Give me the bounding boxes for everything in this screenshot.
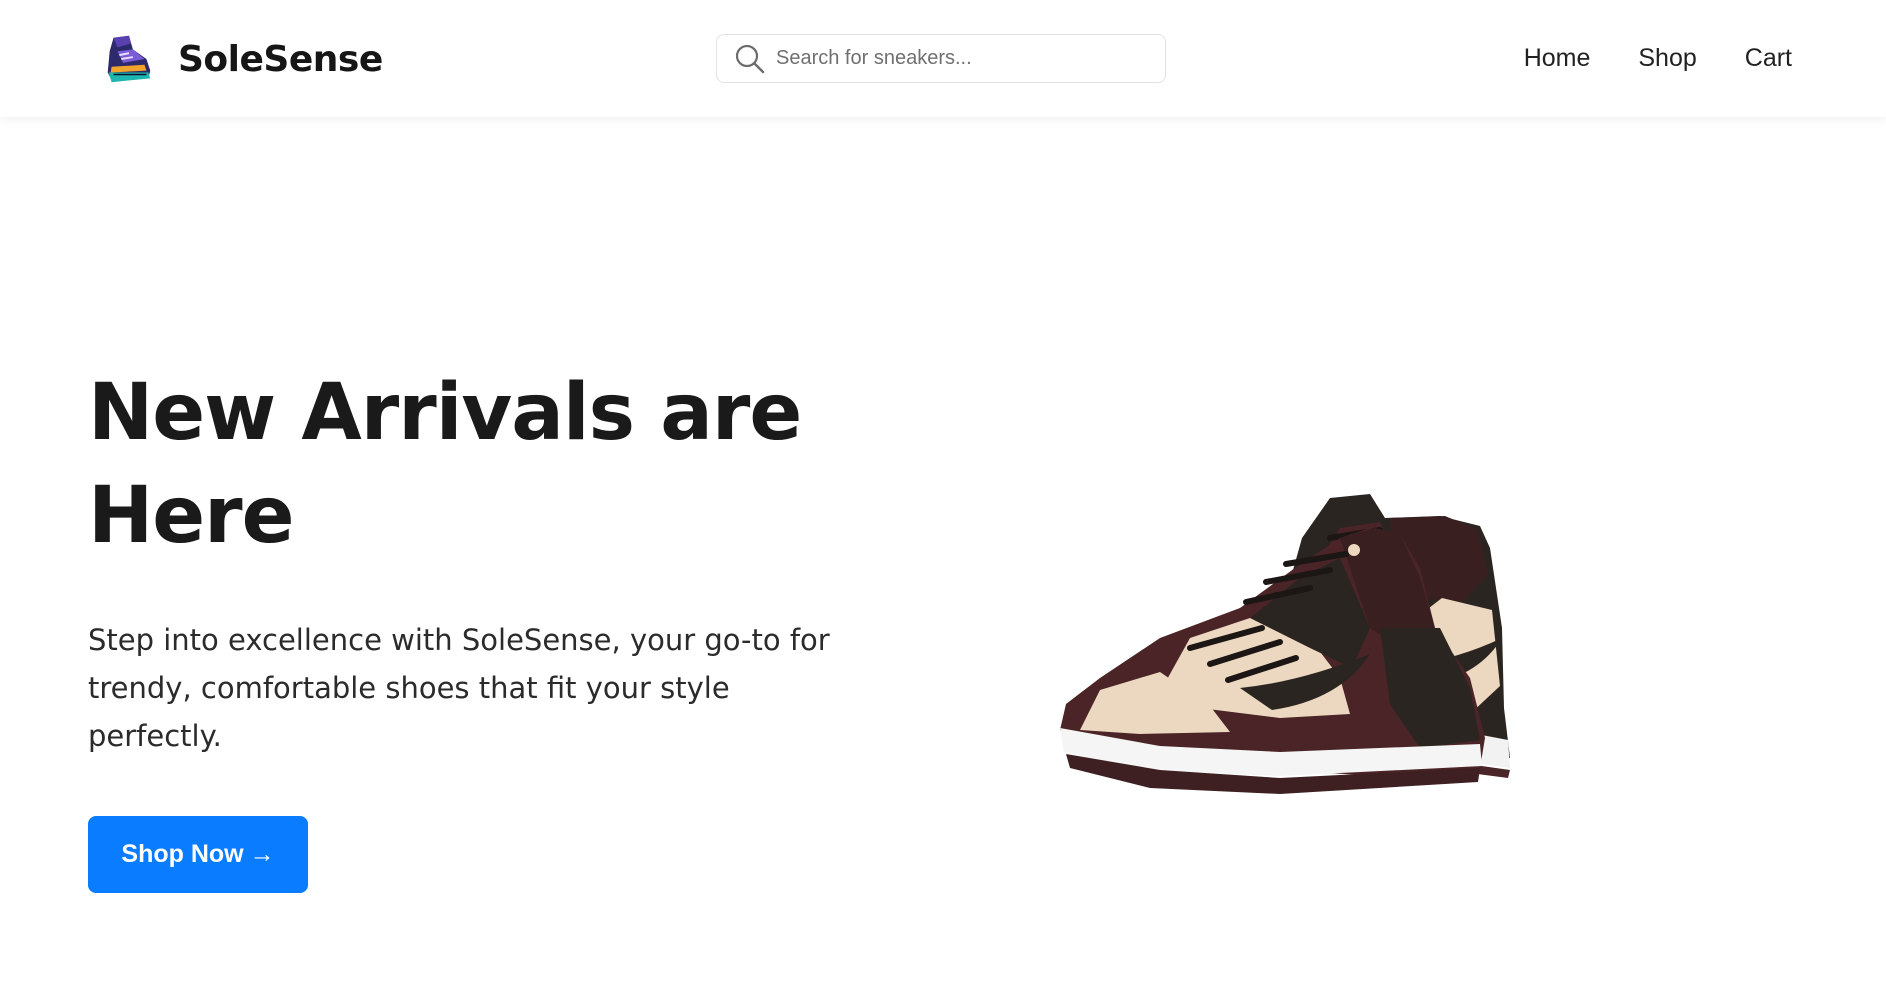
search-bar[interactable]	[716, 34, 1166, 83]
product-image	[1040, 478, 1750, 842]
brand-name[interactable]: SoleSense	[178, 39, 383, 80]
shop-now-button[interactable]: Shop Now →	[88, 816, 308, 893]
search-input[interactable]	[776, 38, 1156, 79]
nav-link-home[interactable]: Home	[1524, 44, 1591, 73]
arrow-right-icon: →	[249, 840, 275, 868]
nav-link-cart[interactable]: Cart	[1745, 44, 1792, 73]
search-icon	[734, 43, 766, 75]
main-nav: Home Shop Cart	[1524, 38, 1792, 78]
hero-text: New Arrivals are Here Step into excellen…	[88, 362, 888, 893]
shop-now-label: Shop Now	[121, 840, 244, 868]
nav-link-shop[interactable]: Shop	[1638, 44, 1696, 73]
hero-description: Step into excellence with SoleSense, you…	[88, 623, 830, 753]
brand[interactable]: SoleSense	[100, 28, 383, 90]
site-header: SoleSense Home Shop Cart	[0, 0, 1886, 117]
sneaker-pair-image	[1060, 494, 1510, 794]
hero-title: New Arrivals are Here	[88, 368, 802, 561]
sneaker-logo-icon[interactable]	[100, 30, 158, 88]
